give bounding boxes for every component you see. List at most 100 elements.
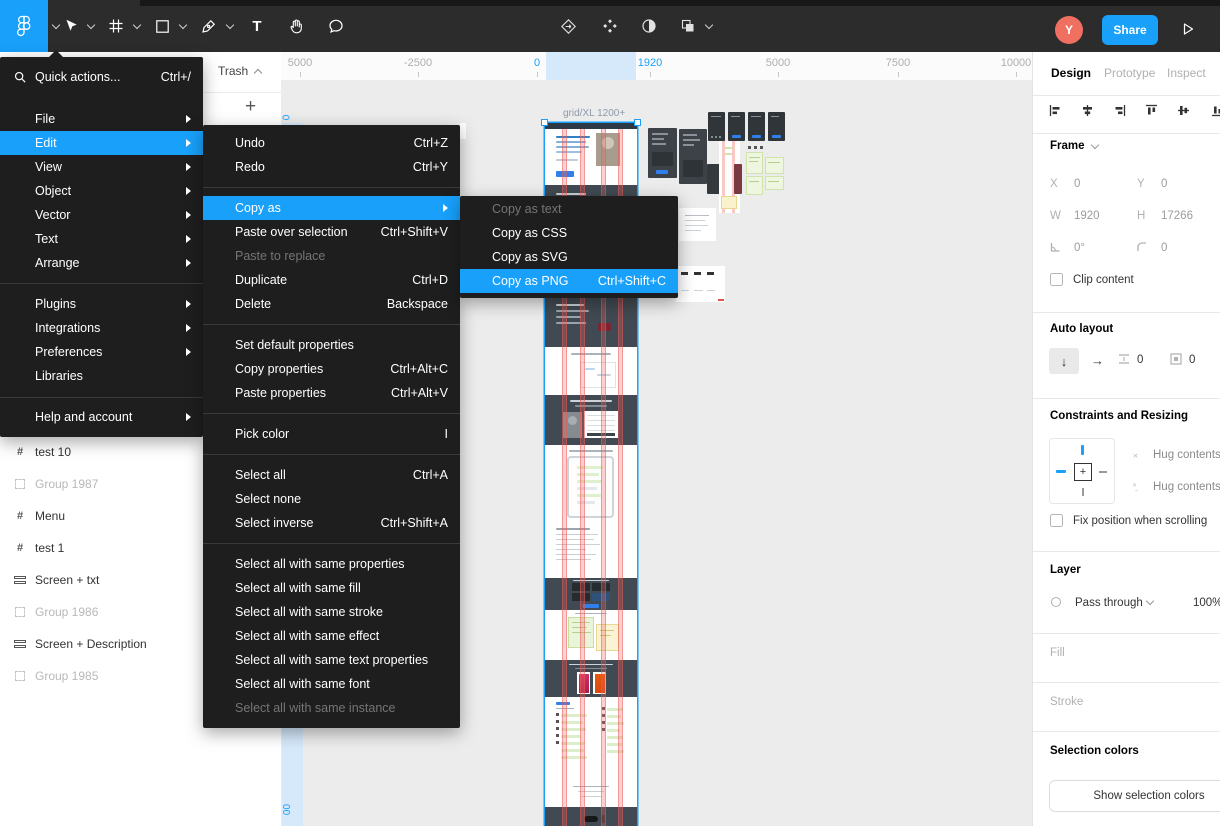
page-name[interactable]: Trash [218, 64, 263, 78]
present-button[interactable] [1180, 21, 1196, 37]
share-button[interactable]: Share [1102, 15, 1158, 45]
menu-item-arrange[interactable]: Arrange [0, 251, 203, 275]
constraint-top-tick[interactable] [1081, 445, 1084, 455]
comment-tool[interactable] [324, 14, 348, 38]
fix-position-checkbox[interactable] [1050, 514, 1063, 527]
show-selection-colors-button[interactable]: Show selection colors [1049, 780, 1220, 812]
canvas-frame-sliver[interactable] [460, 123, 466, 139]
blend-mode-select[interactable]: Pass through [1075, 597, 1143, 609]
pen-tool-chevron-icon[interactable] [225, 20, 235, 30]
constraint-bottom-dash[interactable] [1082, 488, 1084, 496]
canvas-frame-sticky[interactable] [746, 176, 763, 195]
height-value[interactable]: 17266 [1161, 210, 1193, 222]
constraint-right-dash[interactable] [1099, 471, 1107, 473]
canvas-frame-doc[interactable] [679, 208, 716, 241]
menu-item-copy-as-png[interactable]: Copy as PNG Ctrl+Shift+C [460, 269, 678, 293]
opacity-value[interactable]: 100% [1193, 597, 1220, 609]
menu-item-integrations[interactable]: Integrations [0, 316, 203, 340]
align-left-icon[interactable] [1049, 104, 1062, 120]
auto-layout-horizontal-button[interactable]: → [1091, 353, 1104, 368]
tab-prototype[interactable]: Prototype [1104, 66, 1155, 80]
menu-item-copy-properties[interactable]: Copy properties Ctrl+Alt+C [203, 357, 460, 381]
frame-tool-chevron-icon[interactable] [132, 20, 142, 30]
menu-item-select-same-properties[interactable]: Select all with same properties [203, 552, 460, 576]
hand-tool[interactable] [284, 14, 308, 38]
menu-item-vector[interactable]: Vector [0, 203, 203, 227]
canvas-frame-sticky[interactable] [765, 157, 784, 174]
menu-item-select-same-stroke[interactable]: Select all with same stroke [203, 600, 460, 624]
menu-item-file[interactable]: File [0, 107, 203, 131]
selection-handle-top-left[interactable] [541, 119, 548, 126]
menu-item-view[interactable]: View [0, 155, 203, 179]
y-value[interactable]: 0 [1161, 178, 1167, 190]
menu-item-libraries[interactable]: Libraries [0, 364, 203, 388]
shape-tool-chevron-icon[interactable] [178, 20, 188, 30]
hug-vertical-value[interactable]: Hug contents [1153, 481, 1220, 493]
avatar[interactable]: Y [1055, 16, 1083, 44]
shape-tool[interactable] [150, 14, 174, 38]
menu-item-select-inverse[interactable]: Select inverse Ctrl+Shift+A [203, 511, 460, 535]
canvas-frame-sticky[interactable] [746, 152, 763, 174]
menu-item-help-and-account[interactable]: Help and account [0, 405, 203, 429]
width-value[interactable]: 1920 [1074, 210, 1100, 222]
menu-item-pick-color[interactable]: Pick color I [203, 422, 460, 446]
menu-item-paste-properties[interactable]: Paste properties Ctrl+Alt+V [203, 381, 460, 405]
menu-item-select-same-text-properties[interactable]: Select all with same text properties [203, 648, 460, 672]
align-vertical-center-icon[interactable] [1177, 104, 1190, 120]
tab-design[interactable]: Design [1051, 66, 1091, 80]
boolean-groups-chevron-icon[interactable] [704, 20, 714, 30]
rotation-value[interactable]: 0° [1074, 242, 1085, 254]
canvas-frame-wireframe[interactable] [676, 266, 725, 302]
menu-item-quick-actions[interactable]: Quick actions... Ctrl+/ [0, 63, 203, 91]
frame-tool[interactable] [104, 14, 128, 38]
main-menu-button[interactable] [0, 0, 48, 52]
pen-tool[interactable] [197, 14, 221, 38]
edit-object-icon[interactable] [556, 14, 580, 38]
move-tool-chevron-icon[interactable] [86, 20, 96, 30]
menu-item-set-default-properties[interactable]: Set default properties [203, 333, 460, 357]
use-as-mask-icon[interactable] [637, 14, 661, 38]
corner-radius-value[interactable]: 0 [1161, 242, 1167, 254]
canvas-frame-maroon-strip[interactable] [734, 164, 742, 194]
align-horizontal-center-icon[interactable] [1081, 104, 1094, 120]
menu-item-undo[interactable]: Undo Ctrl+Z [203, 131, 460, 155]
create-component-icon[interactable] [598, 14, 622, 38]
canvas-frame-phone[interactable] [679, 129, 707, 184]
clip-content-checkbox[interactable] [1050, 273, 1063, 286]
menu-item-redo[interactable]: Redo Ctrl+Y [203, 155, 460, 179]
menu-item-duplicate[interactable]: Duplicate Ctrl+D [203, 268, 460, 292]
canvas-frame-phone-row[interactable] [708, 112, 725, 141]
canvas-frame-phone-row[interactable] [728, 112, 745, 141]
menu-item-text[interactable]: Text [0, 227, 203, 251]
menu-item-copy-as[interactable]: Copy as [203, 196, 460, 220]
menu-item-delete[interactable]: Delete Backspace [203, 292, 460, 316]
constraint-center[interactable]: + [1074, 463, 1092, 481]
tab-inspect[interactable]: Inspect [1167, 66, 1206, 80]
menu-item-select-none[interactable]: Select none [203, 487, 460, 511]
canvas-frame-phone[interactable] [648, 128, 677, 178]
menu-item-edit[interactable]: Edit [0, 131, 203, 155]
canvas-frame-sticky[interactable] [765, 176, 784, 190]
constraint-left-tick[interactable] [1056, 470, 1066, 473]
selection-handle-top-right[interactable] [634, 119, 641, 126]
canvas-frame-phone-row[interactable] [768, 112, 785, 141]
padding-value[interactable]: 0 [1189, 354, 1195, 366]
frame-section-title[interactable]: Frame [1050, 140, 1099, 152]
menu-item-select-same-effect[interactable]: Select all with same effect [203, 624, 460, 648]
align-right-icon[interactable] [1113, 104, 1126, 120]
menu-item-select-same-fill[interactable]: Select all with same fill [203, 576, 460, 600]
menu-item-copy-as-svg[interactable]: Copy as SVG [460, 245, 678, 269]
text-tool[interactable]: T [245, 14, 269, 38]
align-top-icon[interactable] [1145, 104, 1158, 120]
item-spacing-value[interactable]: 0 [1137, 354, 1143, 366]
menu-item-plugins[interactable]: Plugins [0, 292, 203, 316]
x-value[interactable]: 0 [1074, 178, 1080, 190]
menu-item-select-all[interactable]: Select all Ctrl+A [203, 463, 460, 487]
menu-item-copy-as-css[interactable]: Copy as CSS [460, 221, 678, 245]
constraints-widget[interactable]: + [1049, 438, 1115, 504]
hug-horizontal-value[interactable]: Hug contents [1153, 449, 1220, 461]
align-bottom-icon[interactable] [1211, 104, 1220, 120]
boolean-groups-icon[interactable] [676, 14, 700, 38]
menu-item-preferences[interactable]: Preferences [0, 340, 203, 364]
canvas-frame-phone-row[interactable] [748, 112, 765, 141]
